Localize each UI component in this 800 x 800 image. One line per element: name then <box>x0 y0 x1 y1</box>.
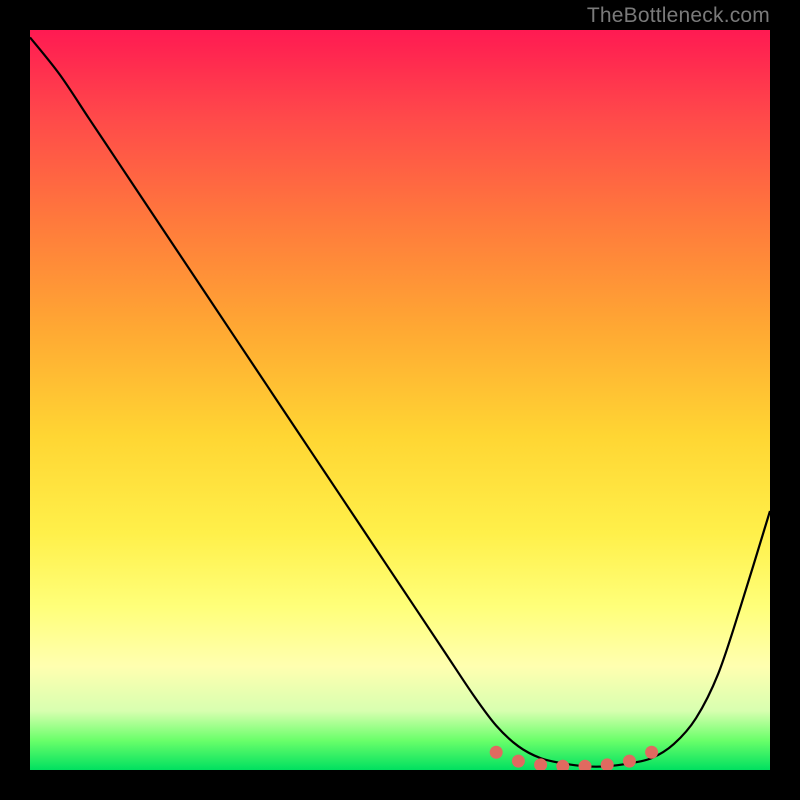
optimal-dot <box>623 755 636 768</box>
optimal-dots <box>490 746 658 770</box>
bottleneck-plot <box>30 30 770 770</box>
optimal-dot <box>490 746 503 759</box>
frame: TheBottleneck.com <box>0 0 800 800</box>
optimal-dot <box>556 760 569 770</box>
optimal-dot <box>579 760 592 770</box>
bottleneck-curve <box>30 37 770 766</box>
optimal-dot <box>512 755 525 768</box>
optimal-dot <box>645 746 658 759</box>
curve-svg <box>30 30 770 770</box>
watermark-text: TheBottleneck.com <box>587 4 770 28</box>
optimal-dot <box>601 758 614 770</box>
optimal-dot <box>534 758 547 770</box>
